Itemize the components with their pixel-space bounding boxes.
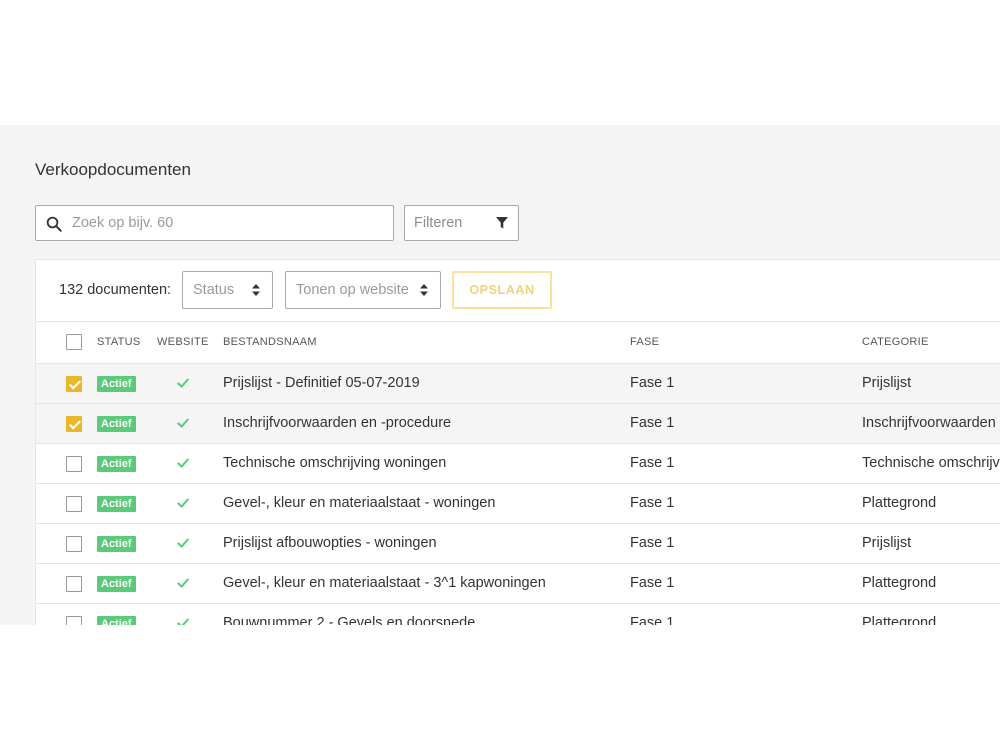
table-row[interactable]: Actief Bouwnummer 2 - Gevels en doorsnede… (36, 604, 1000, 625)
header-status[interactable]: STATUS (97, 336, 141, 348)
row-checkbox[interactable] (66, 456, 82, 472)
fase-cell: Fase 1 (630, 575, 675, 591)
header-fase[interactable]: FASE (630, 336, 659, 348)
save-button[interactable]: OPSLAAN (452, 271, 552, 309)
category-cell: Plattegrond (862, 495, 937, 511)
table-toolbar: 132 documenten: Status Tonen op website … (36, 260, 1000, 322)
website-select[interactable]: Tonen op website (285, 271, 441, 309)
select-all-checkbox[interactable] (66, 334, 82, 350)
page-title: Verkoopdocumenten (35, 160, 191, 179)
document-count: 132 documenten: (59, 282, 172, 298)
table-row[interactable]: Actief Technische omschrijving woningen Fa… (36, 444, 1000, 484)
check-icon (177, 578, 189, 588)
category-cell: Plattegrond (862, 615, 937, 625)
header-category[interactable]: CATEGORIE (862, 336, 929, 348)
fase-cell: Fase 1 (630, 615, 675, 625)
table-body: Actief Prijslijst - Definitief 05-07-2019… (36, 364, 1000, 625)
row-checkbox[interactable] (66, 416, 82, 432)
search-input[interactable] (72, 206, 382, 240)
search-icon (46, 216, 62, 232)
check-icon (177, 618, 189, 625)
category-cell: Inschrijfvoorwaarden (862, 415, 996, 431)
row-checkbox[interactable] (66, 496, 82, 512)
status-select-label: Status (193, 282, 235, 298)
table-row[interactable]: Actief Prijslijst - Definitief 05-07-2019… (36, 364, 1000, 404)
fase-cell: Fase 1 (630, 415, 675, 431)
check-icon (177, 418, 189, 428)
row-checkbox[interactable] (66, 536, 82, 552)
file-name[interactable]: Gevel-, kleur en materiaalstaat - 3^1 ka… (223, 575, 546, 591)
category-cell: Prijslijst (862, 375, 912, 391)
file-name[interactable]: Bouwnummer 2 - Gevels en doorsnede (223, 615, 475, 625)
row-checkbox[interactable] (66, 576, 82, 592)
fase-cell: Fase 1 (630, 375, 675, 391)
table-row[interactable]: Actief Prijslijst afbouwopties - woningen… (36, 524, 1000, 564)
file-name[interactable]: Prijslijst - Definitief 05-07-2019 (223, 375, 420, 391)
file-name[interactable]: Technische omschrijving woningen (223, 455, 446, 471)
header-website[interactable]: WEBSITE (157, 336, 209, 348)
search-box[interactable] (35, 205, 394, 241)
status-badge: Actief (97, 376, 136, 392)
category-cell: Technische omschrijving (862, 455, 1000, 471)
app-container: Verkoopdocumenten Filteren 132 documente… (0, 125, 1000, 625)
check-icon (177, 378, 189, 388)
category-cell: Prijslijst (862, 535, 912, 551)
row-checkbox[interactable] (66, 376, 82, 392)
status-badge: Actief (97, 576, 136, 592)
status-select[interactable]: Status (182, 271, 273, 309)
website-select-label: Tonen op website (296, 282, 409, 298)
file-name[interactable]: Gevel-, kleur en materiaalstaat - woning… (223, 495, 495, 511)
status-badge: Actief (97, 416, 136, 432)
table-header: STATUS WEBSITE BESTANDSNAAM FASE CATEGOR… (36, 322, 1000, 364)
table-row[interactable]: Actief Gevel-, kleur en materiaalstaat - … (36, 484, 1000, 524)
check-icon (177, 538, 189, 548)
sort-arrows-icon (252, 284, 260, 296)
fase-cell: Fase 1 (630, 535, 675, 551)
file-name[interactable]: Prijslijst afbouwopties - woningen (223, 535, 437, 551)
table-row[interactable]: Actief Inschrijfvoorwaarden en -procedure… (36, 404, 1000, 444)
table-row[interactable]: Actief Gevel-, kleur en materiaalstaat - … (36, 564, 1000, 604)
filter-icon (496, 217, 508, 229)
documents-table: STATUS WEBSITE BESTANDSNAAM FASE CATEGOR… (36, 322, 1000, 625)
file-name[interactable]: Inschrijfvoorwaarden en -procedure (223, 415, 451, 431)
fase-cell: Fase 1 (630, 455, 675, 471)
fase-cell: Fase 1 (630, 495, 675, 511)
status-badge: Actief (97, 496, 136, 512)
filter-label: Filteren (414, 215, 463, 231)
row-checkbox[interactable] (66, 616, 82, 625)
status-badge: Actief (97, 536, 136, 552)
status-badge: Actief (97, 616, 136, 625)
documents-panel: 132 documenten: Status Tonen op website … (35, 259, 1000, 625)
status-badge: Actief (97, 456, 136, 472)
filter-dropdown[interactable]: Filteren (404, 205, 519, 241)
check-icon (177, 498, 189, 508)
category-cell: Plattegrond (862, 575, 937, 591)
header-name[interactable]: BESTANDSNAAM (223, 336, 317, 348)
check-icon (177, 458, 189, 468)
sort-arrows-icon (420, 284, 428, 296)
